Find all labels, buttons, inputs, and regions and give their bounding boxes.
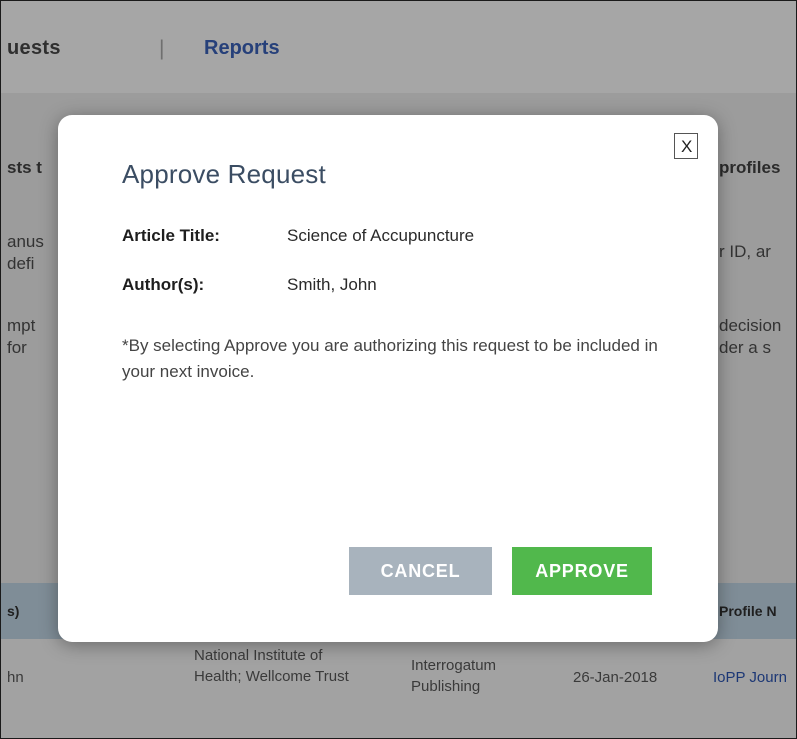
cell-date: 26-Jan-2018 (573, 669, 658, 686)
background-text-line: decision (719, 316, 782, 335)
table-row: hn National Institute of Health; Wellcom… (1, 639, 796, 738)
section-heading-left: sts t (7, 158, 42, 177)
background-text-line: mpt (7, 316, 36, 335)
tab-reports[interactable]: Reports (204, 37, 280, 60)
authors-label: Author(s): (122, 275, 205, 294)
top-nav: uests | Reports (1, 1, 796, 93)
approve-request-dialog: X Approve Request Article Title: Science… (58, 115, 718, 642)
background-text-line: defi (7, 254, 35, 273)
cell-author: hn (7, 669, 24, 686)
authors-value: Smith, John (287, 275, 377, 294)
approve-button[interactable]: APPROVE (512, 547, 652, 595)
background-text-line: r ID, ar (719, 242, 771, 261)
cancel-button[interactable]: CANCEL (349, 547, 492, 595)
tab-requests[interactable]: uests (7, 37, 61, 60)
app-window: uests | Reports sts t anus defi mpt for … (0, 0, 797, 739)
column-header-profile: Profile N (719, 603, 777, 619)
cell-profile-link[interactable]: IoPP Journ (713, 667, 787, 688)
invoice-notice: *By selecting Approve you are authorizin… (122, 336, 658, 381)
article-title-label: Article Title: (122, 226, 220, 245)
cell-publisher: Interrogatum Publishing (411, 657, 497, 695)
section-heading-right: profiles (719, 158, 781, 177)
tab-separator: | (159, 37, 165, 60)
cell-funder: National Institute of Health; Wellcome T… (194, 647, 349, 685)
dialog-title: Approve Request (122, 159, 326, 189)
article-title-value: Science of Accupuncture (287, 226, 475, 245)
background-text-line: for (7, 338, 27, 357)
background-text-line: anus (7, 232, 44, 251)
close-button[interactable]: X (674, 133, 698, 159)
column-header: s) (7, 603, 20, 619)
background-text-line: der a s (719, 338, 771, 357)
